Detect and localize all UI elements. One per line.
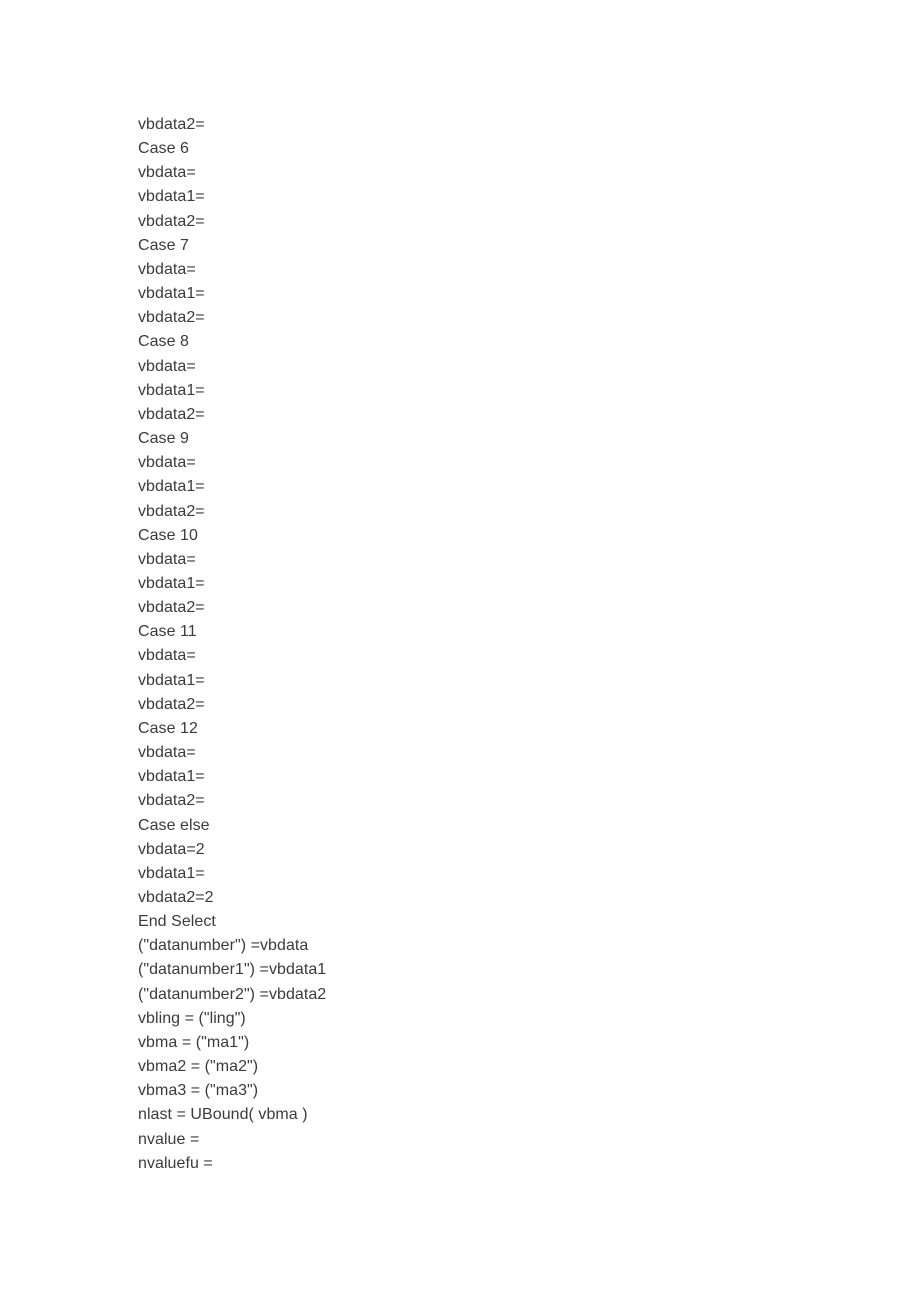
code-line: vbdata2= bbox=[138, 695, 205, 713]
code-listing: vbdata2= Case 6 vbdata= vbdata1= vbdata2= Cas… bbox=[138, 113, 878, 1176]
code-line: ("datanumber1") =vbdata1 bbox=[138, 961, 327, 979]
code-line: nvaluefu = bbox=[138, 1154, 213, 1172]
code-line: vbdata2= bbox=[138, 599, 205, 617]
code-line: Case 6 bbox=[138, 140, 189, 158]
code-line: vbma = ("ma1") bbox=[138, 1033, 250, 1051]
code-line: vbma3 = ("ma3") bbox=[138, 1082, 259, 1100]
code-line: vbdata2= bbox=[138, 405, 205, 423]
code-line: vbdata2= bbox=[138, 309, 205, 327]
code-line: vbdata1= bbox=[138, 478, 205, 496]
code-line: vbdata2= bbox=[138, 502, 205, 520]
code-line: vbdata1= bbox=[138, 574, 205, 592]
code-line: vbdata2=2 bbox=[138, 889, 214, 906]
code-line: Case 10 bbox=[138, 526, 198, 544]
code-line: Case 7 bbox=[138, 236, 189, 254]
code-line: vbdata= bbox=[138, 260, 196, 278]
code-line: ("datanumber2") =vbdata2 bbox=[138, 985, 327, 1003]
code-line: vbdata1= bbox=[138, 671, 205, 689]
code-line: vbdata1= bbox=[138, 768, 205, 786]
code-line: vbdata1= bbox=[138, 188, 205, 206]
code-line: End Select bbox=[138, 913, 216, 931]
code-line: Case else bbox=[138, 816, 210, 834]
code-line: ("datanumber") =vbdata bbox=[138, 937, 309, 955]
code-line: vbma2 = ("ma2") bbox=[138, 1058, 259, 1076]
code-line: Case 11 bbox=[138, 623, 197, 641]
code-line: vbdata= bbox=[138, 550, 196, 568]
code-line: vbdata1= bbox=[138, 381, 205, 399]
code-line: vbdata= bbox=[138, 647, 196, 665]
code-line: vbdata=2 bbox=[138, 840, 205, 858]
code-line: nlast = UBound( vbma ) bbox=[138, 1106, 308, 1124]
code-line: vbdata= bbox=[138, 357, 196, 375]
code-line: Case 9 bbox=[138, 430, 189, 448]
document-page: vbdata2= Case 6 vbdata= vbdata1= vbdata2= Cas… bbox=[0, 0, 920, 1302]
code-line: vbdata= bbox=[138, 164, 196, 182]
code-line: nvalue = bbox=[138, 1130, 200, 1148]
code-line: vbdata1= bbox=[138, 285, 205, 303]
code-line: vbling = ("ling") bbox=[138, 1009, 246, 1027]
code-line: vbdata2= bbox=[138, 212, 205, 230]
code-line: Case 12 bbox=[138, 719, 198, 737]
code-line: vbdata1= bbox=[138, 864, 205, 882]
code-line: vbdata= bbox=[138, 454, 196, 472]
code-line: Case 8 bbox=[138, 333, 189, 351]
code-line: vbdata2= bbox=[138, 792, 205, 810]
code-line: vbdata= bbox=[138, 744, 196, 762]
code-line: vbdata2= bbox=[138, 116, 205, 133]
